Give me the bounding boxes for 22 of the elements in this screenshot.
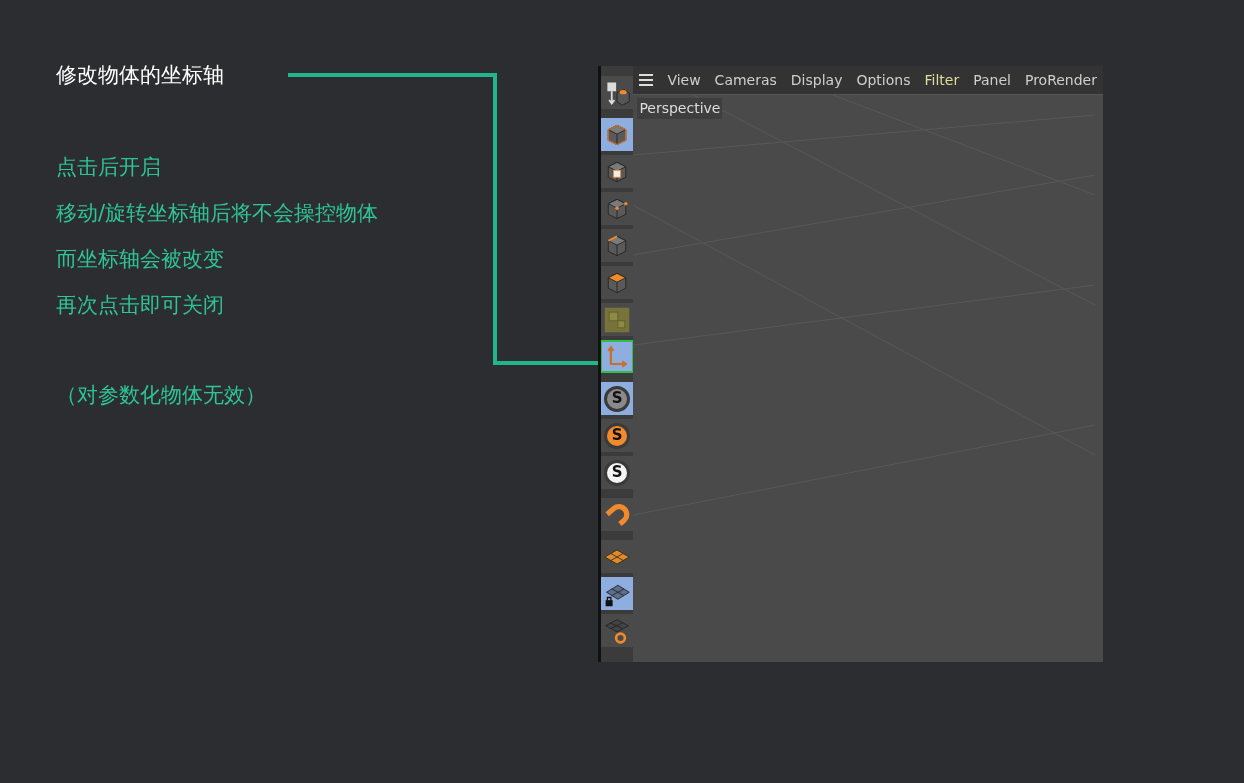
- tool-button[interactable]: [601, 155, 634, 188]
- menu-item[interactable]: Options: [856, 69, 911, 91]
- note-text: （对参数化物体无效）: [56, 382, 266, 409]
- step-text: 移动/旋转坐标轴后将不会操控物体: [56, 200, 379, 227]
- slide-title: 修改物体的坐标轴: [56, 62, 224, 89]
- viewport-label: Perspective: [637, 98, 723, 119]
- uv-grid-icon: [603, 305, 632, 334]
- tool-button[interactable]: [601, 614, 634, 647]
- menu-item[interactable]: Panel: [973, 69, 1011, 91]
- menu-item[interactable]: Filter: [924, 69, 960, 91]
- tool-button[interactable]: [601, 266, 634, 299]
- step-text: 再次点击即可关闭: [56, 292, 224, 319]
- tool-button[interactable]: [601, 76, 634, 109]
- menu-item[interactable]: Display: [790, 69, 843, 91]
- step-text: 而坐标轴会被改变: [56, 246, 224, 273]
- grid-ring-icon: [603, 616, 632, 645]
- menu-icon[interactable]: [639, 74, 654, 86]
- menu-item[interactable]: Cameras: [714, 69, 777, 91]
- tool-button[interactable]: [601, 577, 634, 610]
- menu-item[interactable]: ProRender: [1024, 69, 1097, 91]
- step-text: 点击后开启: [56, 154, 161, 181]
- menu-item[interactable]: View: [667, 69, 701, 91]
